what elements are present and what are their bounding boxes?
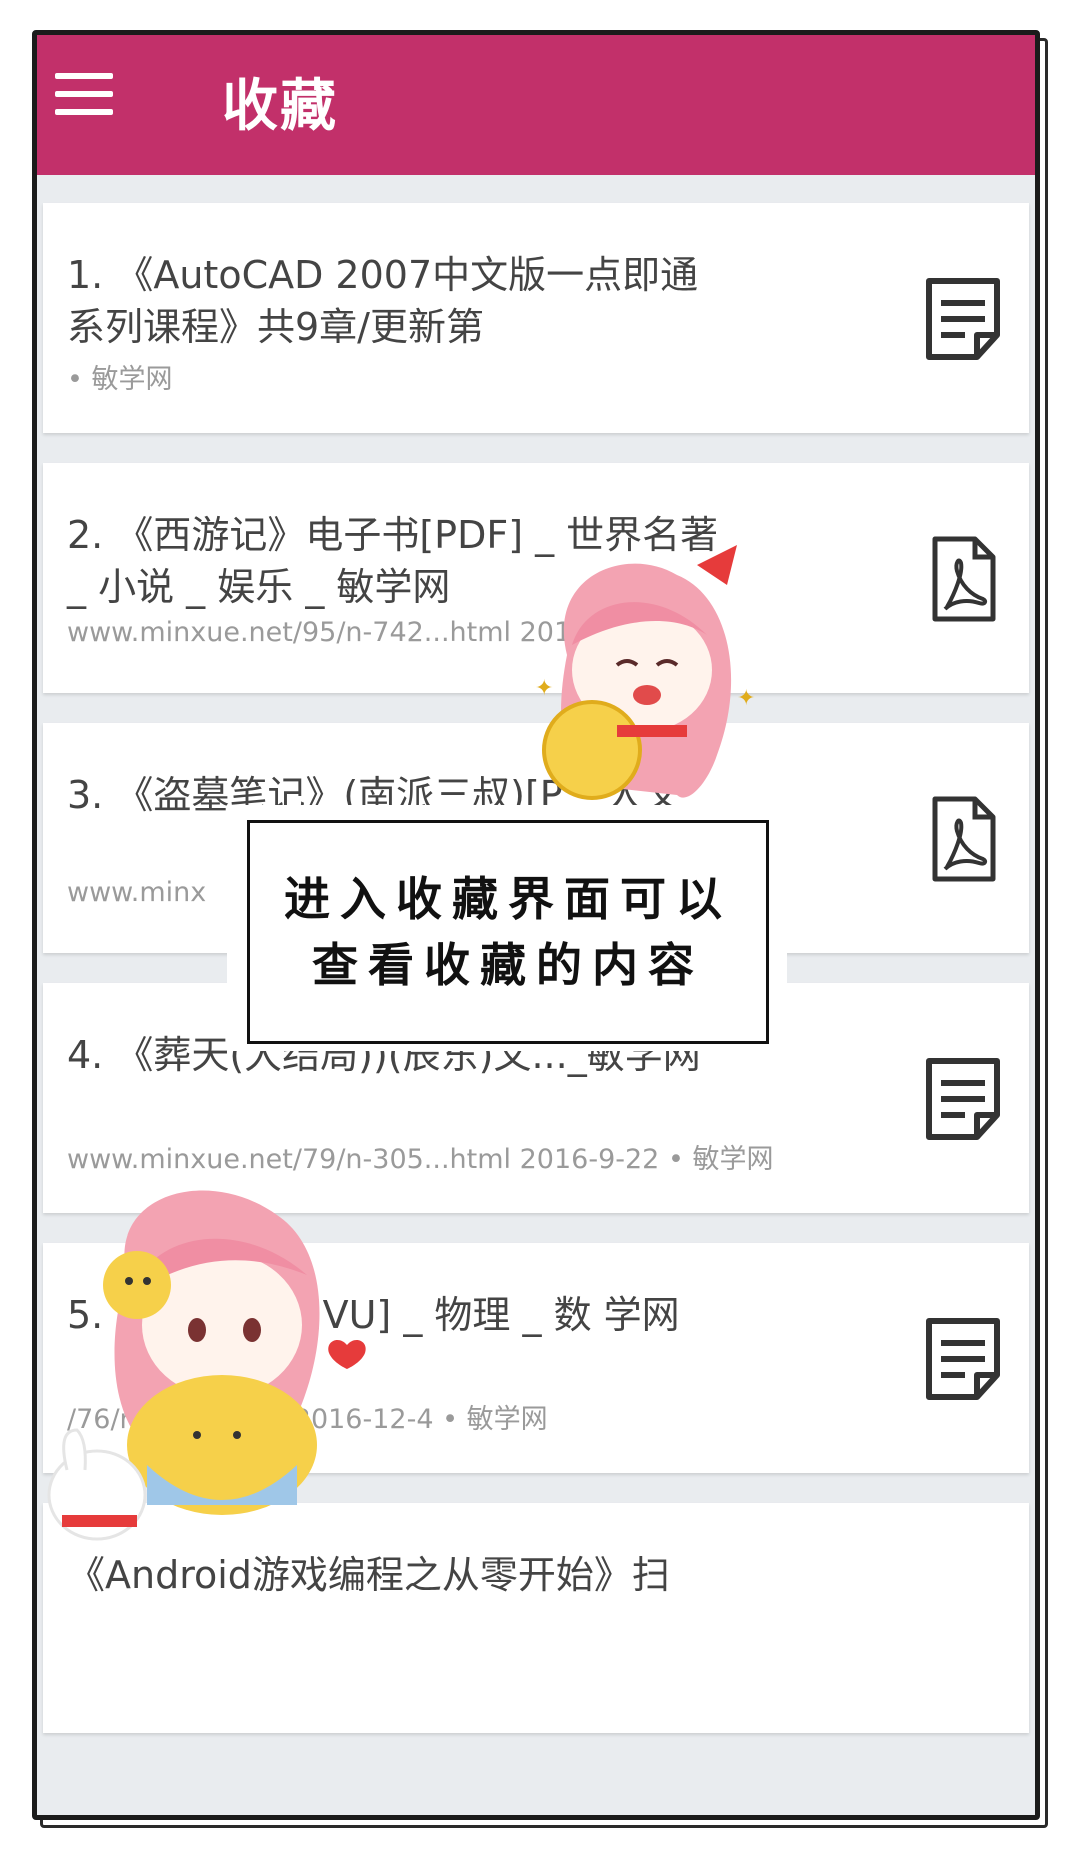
svg-text:✦: ✦ [535,676,553,701]
pdf-icon[interactable] [921,793,1005,885]
phone-screen: 收藏 1. 《AutoCAD 2007中文版一点即通系列课程》共9章/更新第 •… [32,30,1040,1820]
mascot-girl-illustration: ✦ ✦ [535,545,755,800]
pdf-icon[interactable] [921,533,1005,625]
item-title: 《Android游戏编程之从零开始》扫 [67,1553,670,1597]
note-icon[interactable] [921,273,1005,365]
item-title: 1. 《AutoCAD 2007中文版一点即通系列课程》共9章/更新第 [67,253,699,349]
caption-line-2: 查看收藏的内容 [312,938,704,992]
note-icon[interactable] [921,1053,1005,1145]
page-title: 收藏 [222,74,338,139]
app-bar: 收藏 [37,35,1035,175]
note-icon[interactable] [921,1313,1005,1405]
item-meta: www.minx [67,877,207,908]
item-meta: • 敏学网 [67,364,173,395]
mascot-chick-illustration [47,1190,366,1541]
list-item[interactable]: 1. 《AutoCAD 2007中文版一点即通系列课程》共9章/更新第 • 敏学… [43,203,1029,433]
menu-icon[interactable] [55,73,113,117]
caption-line-1: 进入收藏界面可以 [284,872,732,926]
svg-text:✦: ✦ [737,686,755,711]
caption-box: 进入收藏界面可以 查看收藏的内容 [247,820,769,1044]
